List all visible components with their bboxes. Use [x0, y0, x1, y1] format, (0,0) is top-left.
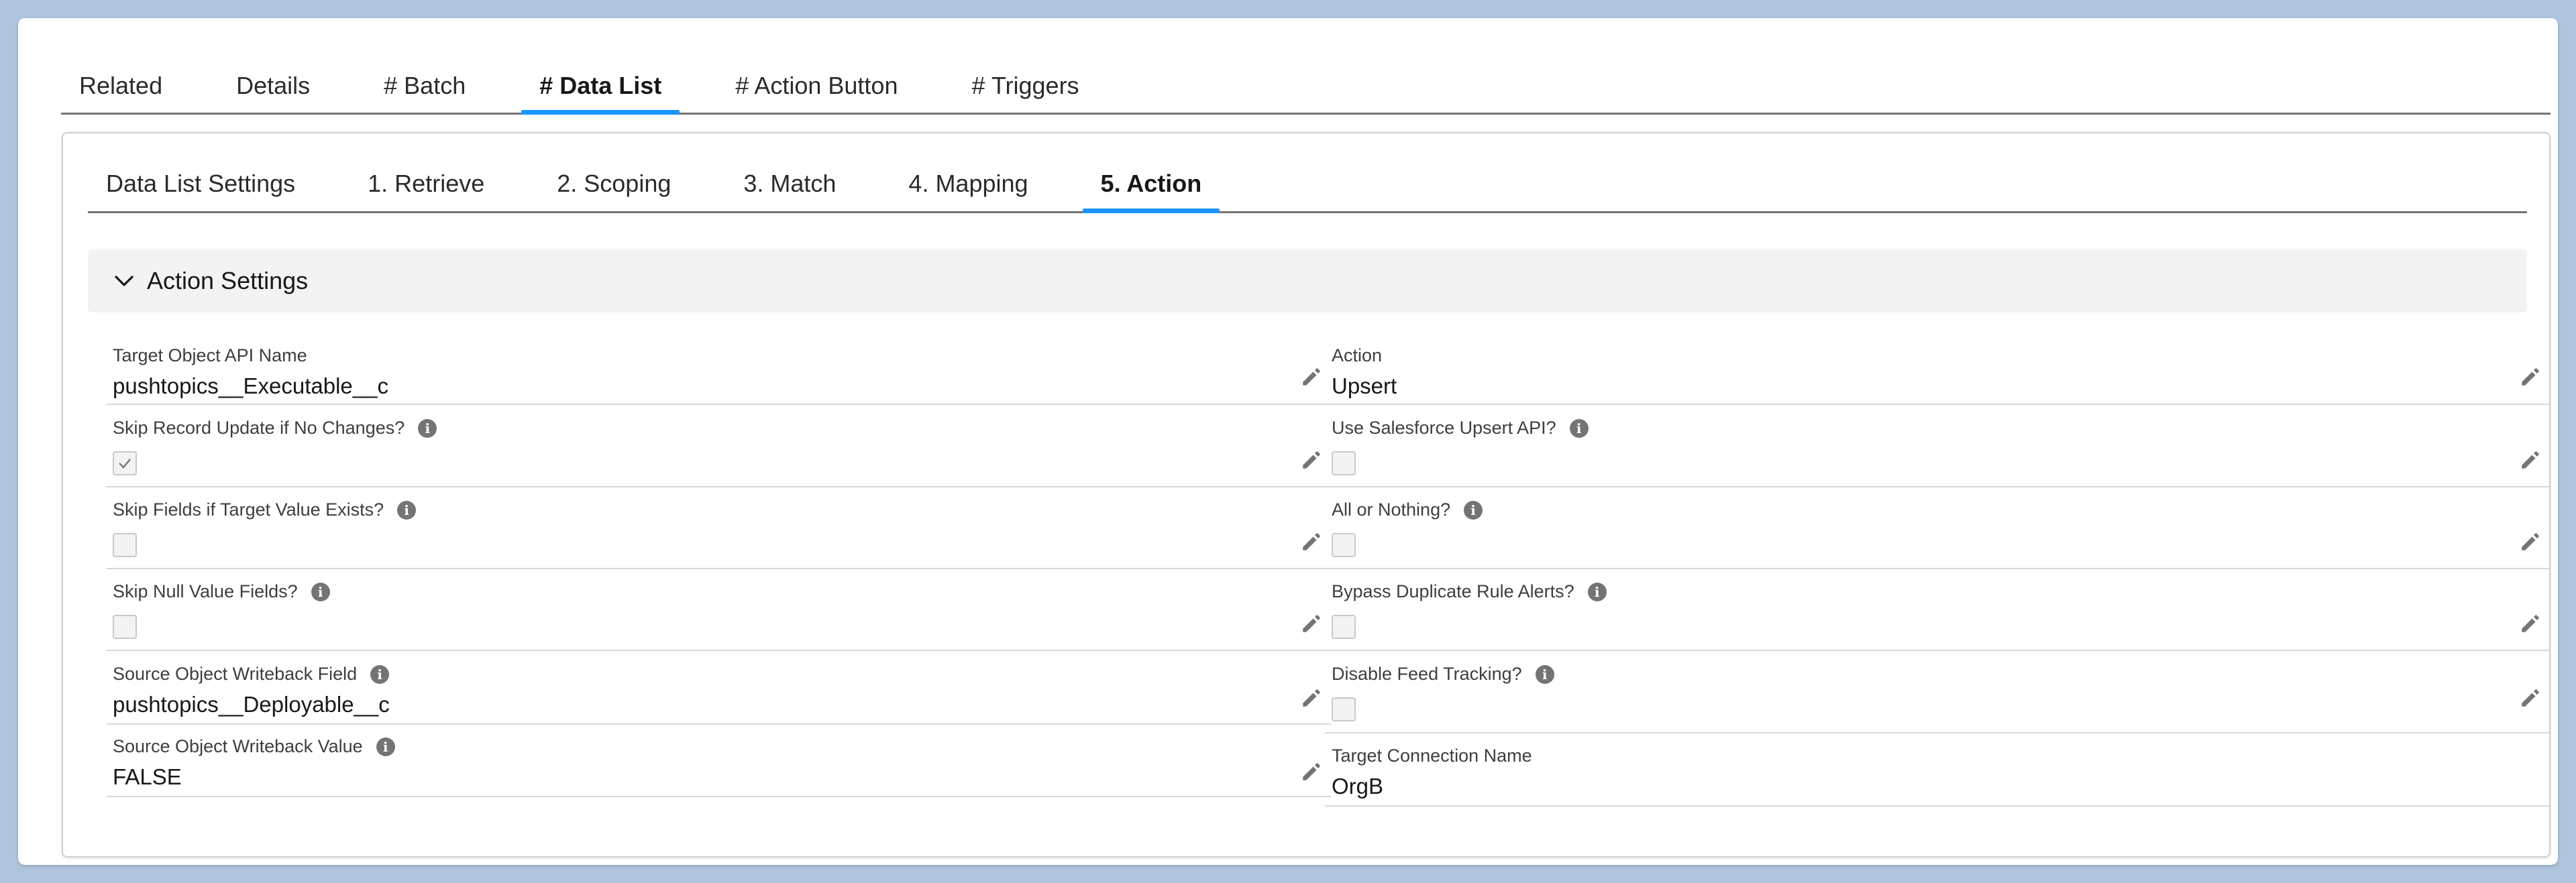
chevron-down-icon — [115, 276, 133, 286]
data-list-panel: Data List Settings 1. Retrieve 2. Scopin… — [62, 132, 2551, 858]
info-icon[interactable]: i — [376, 737, 395, 756]
info-icon[interactable]: i — [418, 418, 437, 438]
field-label: Source Object Writeback Value — [113, 736, 363, 756]
skip-null-checkbox[interactable] — [113, 615, 137, 639]
action-settings-header[interactable]: Action Settings — [88, 249, 2527, 312]
field-skip-null-value: Skip Null Value Fields? i — [106, 577, 1331, 651]
outer-tab-bar: Related Details # Batch # Data List # Ac… — [61, 58, 2551, 115]
tab-data-list-settings[interactable]: Data List Settings — [88, 156, 313, 211]
field-label: Target Object API Name — [113, 345, 307, 365]
bypass-duplicate-checkbox[interactable] — [1332, 615, 1356, 639]
field-label: All or Nothing? — [1332, 499, 1451, 520]
field-value: Upsert — [1332, 373, 1397, 398]
tab-action-button[interactable]: # Action Button — [717, 58, 916, 113]
pencil-icon[interactable] — [2519, 530, 2542, 553]
field-value: pushtopics__Deployable__c — [113, 692, 390, 717]
field-all-or-nothing: All or Nothing? i — [1325, 495, 2550, 569]
all-or-nothing-checkbox[interactable] — [1332, 533, 1356, 557]
tab-action[interactable]: 5. Action — [1082, 156, 1220, 213]
info-icon[interactable]: i — [1569, 418, 1589, 438]
field-label: Skip Null Value Fields? — [113, 581, 298, 601]
field-value: pushtopics__Executable__c — [113, 373, 388, 398]
field-source-writeback-value: Source Object Writeback Value i FALSE — [106, 732, 1331, 797]
field-skip-fields-if-target: Skip Fields if Target Value Exists? i — [106, 495, 1331, 569]
field-target-object-api-name: Target Object API Name pushtopics__Execu… — [106, 341, 1331, 405]
skip-record-update-checkbox[interactable] — [113, 451, 137, 475]
field-label: Bypass Duplicate Rule Alerts? — [1332, 581, 1574, 601]
inner-tab-bar: Data List Settings 1. Retrieve 2. Scopin… — [88, 156, 2527, 213]
tab-data-list[interactable]: # Data List — [521, 58, 680, 115]
tab-scoping[interactable]: 2. Scoping — [539, 156, 689, 211]
field-label: Disable Feed Tracking? — [1332, 664, 1522, 684]
tab-retrieve[interactable]: 1. Retrieve — [350, 156, 502, 211]
record-card: Related Details # Batch # Data List # Ac… — [18, 18, 2558, 865]
tab-details[interactable]: Details — [218, 58, 328, 113]
pencil-icon[interactable] — [1300, 449, 1323, 471]
pencil-icon[interactable] — [1300, 530, 1323, 553]
field-label: Target Connection Name — [1332, 746, 1532, 766]
info-icon[interactable]: i — [1587, 582, 1607, 601]
use-upsert-api-checkbox[interactable] — [1332, 451, 1356, 475]
tab-match[interactable]: 3. Match — [725, 156, 854, 211]
info-icon[interactable]: i — [397, 500, 417, 520]
pencil-icon[interactable] — [1300, 687, 1323, 709]
pencil-icon[interactable] — [2519, 612, 2542, 635]
field-label: Use Salesforce Upsert API? — [1332, 418, 1556, 438]
skip-fields-checkbox[interactable] — [113, 533, 137, 557]
info-icon[interactable]: i — [370, 664, 390, 684]
tab-mapping[interactable]: 4. Mapping — [890, 156, 1046, 211]
field-value: OrgB — [1332, 774, 1384, 799]
info-icon[interactable]: i — [1464, 500, 1483, 520]
field-disable-feed-tracking: Disable Feed Tracking? i — [1325, 660, 2550, 733]
field-label: Action — [1332, 345, 1383, 365]
pencil-icon[interactable] — [2519, 449, 2542, 471]
field-bypass-duplicate-rule: Bypass Duplicate Rule Alerts? i — [1325, 577, 2550, 651]
field-target-connection-name: Target Connection Name OrgB — [1325, 742, 2550, 807]
section-title: Action Settings — [147, 267, 309, 294]
info-icon[interactable]: i — [311, 582, 330, 601]
pencil-icon[interactable] — [1300, 365, 1323, 388]
pencil-icon[interactable] — [1300, 760, 1323, 783]
pencil-icon[interactable] — [1300, 612, 1323, 635]
field-use-upsert-api: Use Salesforce Upsert API? i — [1325, 414, 2550, 487]
field-value: FALSE — [113, 764, 182, 789]
disable-feed-checkbox[interactable] — [1332, 697, 1356, 721]
field-label: Skip Record Update if No Changes? — [113, 418, 405, 438]
checkmark-icon — [119, 459, 131, 469]
field-skip-record-update: Skip Record Update if No Changes? i — [106, 414, 1331, 487]
tab-related[interactable]: Related — [61, 58, 180, 113]
pencil-icon[interactable] — [2519, 687, 2542, 709]
field-label: Source Object Writeback Field — [113, 664, 358, 684]
tab-batch[interactable]: # Batch — [366, 58, 484, 113]
tab-triggers[interactable]: # Triggers — [953, 58, 1097, 113]
info-icon[interactable]: i — [1535, 664, 1554, 684]
field-source-writeback-field: Source Object Writeback Field i pushtopic… — [106, 660, 1331, 725]
pencil-icon[interactable] — [2519, 365, 2542, 388]
field-action: Action Upsert — [1325, 341, 2550, 405]
field-label: Skip Fields if Target Value Exists? — [113, 499, 384, 520]
